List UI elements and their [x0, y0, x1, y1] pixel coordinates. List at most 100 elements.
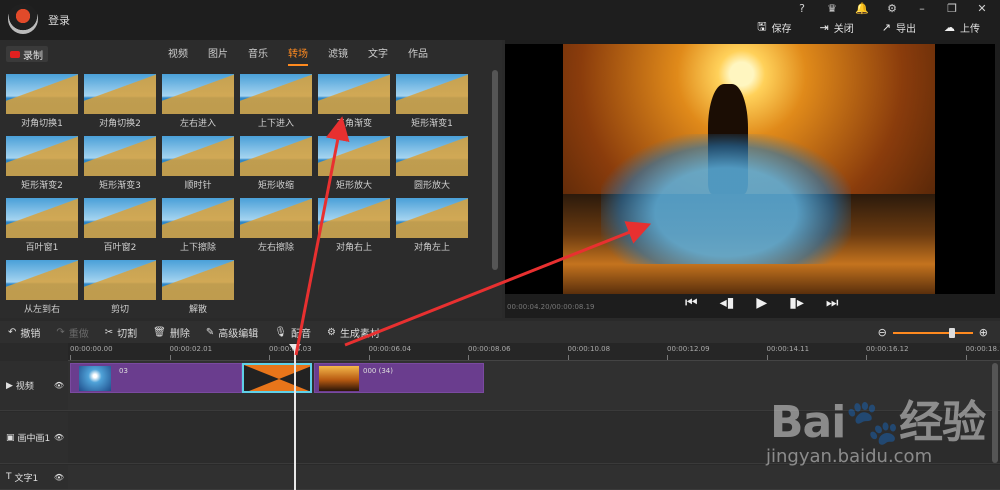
gear-icon[interactable]: ⚙ — [884, 2, 900, 15]
skip-end-icon[interactable]: ⏭ — [826, 295, 839, 311]
transition-item[interactable]: 百叶窗1 — [6, 198, 78, 254]
track-text[interactable] — [68, 465, 1000, 490]
transition-label: 顺时针 — [184, 181, 212, 191]
export-icon: ↗ — [881, 21, 891, 34]
transition-item[interactable]: 矩形收缩 — [240, 136, 312, 192]
transition-item[interactable]: 圆形放大 — [396, 136, 468, 192]
video-editor-app: 登录 ? ♛ 🔔 ⚙ – ❐ ✕ 🖫 保存 ⇥ 关闭 ↗ 导出 ☁ 上传 录制 视频 图片… — [0, 0, 1000, 490]
top-actions: 🖫 保存 ⇥ 关闭 ↗ 导出 ☁ 上传 — [757, 18, 980, 37]
redo-button[interactable]: ↷ 重做 — [56, 325, 88, 340]
step-forward-icon[interactable]: ▮▸ — [789, 295, 804, 311]
generate-button[interactable]: ⚙ 生成素材 — [327, 325, 380, 340]
transition-label: 百叶窗2 — [103, 243, 137, 253]
transition-item[interactable]: 矩形渐变1 — [396, 74, 468, 130]
transition-item[interactable]: 上下进入 — [240, 74, 312, 130]
transition-item[interactable]: 解散 — [162, 260, 234, 316]
transition-label: 上下擦除 — [179, 243, 216, 253]
transition-thumbnail — [84, 260, 156, 300]
transition-thumbnail — [396, 74, 468, 114]
close-window-icon[interactable]: ✕ — [974, 2, 990, 15]
save-button[interactable]: 🖫 保存 — [757, 18, 791, 37]
app-logo[interactable] — [8, 4, 38, 34]
delete-button[interactable]: 🗑 删除 — [153, 325, 190, 340]
clip-thumbnail — [319, 366, 359, 391]
media-library: 录制 视频 图片 音乐 转场 滤镜 文字 作品 对角切换1 对角切换2 左右进入 上下进入 三角渐变… — [0, 40, 502, 318]
transition-label: 从左到右 — [23, 305, 60, 315]
track-head-pip[interactable]: ▣ 画中画1 👁 — [0, 412, 68, 464]
close-button[interactable]: ⇥ 关闭 — [820, 18, 854, 37]
track-head-video[interactable]: ▶ 视频 👁 — [0, 361, 68, 411]
scissors-icon: ✂ — [104, 326, 114, 338]
eye-icon[interactable]: 👁 — [54, 433, 64, 442]
eye-icon[interactable]: 👁 — [54, 473, 64, 482]
transition-item[interactable]: 剪切 — [84, 260, 156, 316]
transition-item[interactable]: 三角渐变 — [318, 74, 390, 130]
close-icon: ⇥ — [819, 21, 829, 34]
record-icon — [10, 50, 20, 58]
tab-1[interactable]: 图片 — [208, 45, 228, 66]
tick-label: 00:00:16.12 — [866, 345, 909, 353]
cut-button[interactable]: ✂ 切割 — [105, 325, 137, 340]
bell-icon[interactable]: 🔔 — [854, 2, 870, 15]
restore-icon[interactable]: ❐ — [944, 2, 960, 15]
timeline-scrollbar[interactable] — [992, 363, 998, 463]
transition-item[interactable]: 矩形渐变2 — [6, 136, 78, 192]
play-track-icon: ▶ — [6, 380, 13, 391]
video-clip-2[interactable]: 000 (34) — [314, 363, 484, 393]
transition-item[interactable]: 顺时针 — [162, 136, 234, 192]
transition-item[interactable]: 上下擦除 — [162, 198, 234, 254]
transition-label: 矩形渐变3 — [99, 181, 141, 191]
library-scrollbar[interactable] — [492, 70, 498, 270]
transition-item[interactable]: 百叶窗2 — [84, 198, 156, 254]
minimize-icon[interactable]: – — [914, 2, 930, 15]
skip-start-icon[interactable]: ⏮ — [685, 295, 698, 311]
transition-label: 上下进入 — [257, 119, 294, 129]
vip-icon[interactable]: ♛ — [824, 2, 840, 15]
dub-button[interactable]: 🎙 配音 — [274, 325, 311, 340]
library-tabs: 视频 图片 音乐 转场 滤镜 文字 作品 — [168, 45, 428, 66]
playhead-line[interactable] — [294, 344, 296, 490]
transition-item[interactable]: 对角右上 — [318, 198, 390, 254]
step-back-icon[interactable]: ◂▮ — [720, 295, 735, 311]
tab-3[interactable]: 转场 — [288, 45, 308, 66]
upload-button[interactable]: ☁ 上传 — [944, 18, 980, 37]
transition-item[interactable]: 矩形渐变3 — [84, 136, 156, 192]
tab-6[interactable]: 作品 — [408, 45, 428, 66]
advanced-edit-button[interactable]: ✎ 高级编辑 — [206, 325, 258, 340]
transition-block[interactable] — [242, 363, 312, 393]
preview-time: 00:00:04.20/00:00:08.19 — [507, 303, 595, 311]
transition-item[interactable]: 左右擦除 — [240, 198, 312, 254]
track-head-text[interactable]: T 文字1 👁 — [0, 465, 68, 490]
tick-label: 00:00:18.1 — [965, 345, 1000, 353]
transition-item[interactable]: 对角切换1 — [6, 74, 78, 130]
login-link[interactable]: 登录 — [48, 12, 70, 28]
tick-mark — [169, 355, 171, 360]
export-button[interactable]: ↗ 导出 — [882, 18, 916, 37]
transition-item[interactable]: 对角切换2 — [84, 74, 156, 130]
help-icon[interactable]: ? — [794, 2, 810, 15]
tab-5[interactable]: 文字 — [368, 45, 388, 66]
zoom-slider[interactable] — [892, 327, 973, 338]
transition-thumbnail — [240, 198, 312, 238]
tab-4[interactable]: 滤镜 — [328, 45, 348, 66]
zoom-knob[interactable] — [948, 327, 955, 338]
transition-label: 对角切换2 — [99, 119, 141, 129]
zoom-out-icon[interactable]: ⊖ — [878, 326, 887, 339]
transition-label: 矩形渐变1 — [411, 119, 453, 129]
mic-icon: 🎙 — [274, 326, 287, 338]
transition-item[interactable]: 从左到右 — [6, 260, 78, 316]
transition-label: 剪切 — [110, 305, 129, 315]
video-clip-1[interactable]: 03 — [70, 363, 242, 393]
transition-item[interactable]: 左右进入 — [162, 74, 234, 130]
watermark-logo: Bai🐾经验 — [770, 397, 986, 448]
undo-button[interactable]: ↶ 撤销 — [8, 325, 40, 340]
transition-item[interactable]: 矩形放大 — [318, 136, 390, 192]
timeline-ruler[interactable]: 00:00:00.00 00:00:02.01 00:00:04.03 00:00:0… — [68, 343, 1000, 361]
play-icon[interactable]: ▶ — [756, 295, 767, 311]
tab-2[interactable]: 音乐 — [248, 45, 268, 66]
zoom-in-icon[interactable]: ⊕ — [979, 326, 988, 339]
eye-icon[interactable]: 👁 — [54, 381, 64, 390]
record-button[interactable]: 录制 — [6, 46, 48, 62]
tab-0[interactable]: 视频 — [168, 45, 188, 66]
transition-item[interactable]: 对角左上 — [396, 198, 468, 254]
